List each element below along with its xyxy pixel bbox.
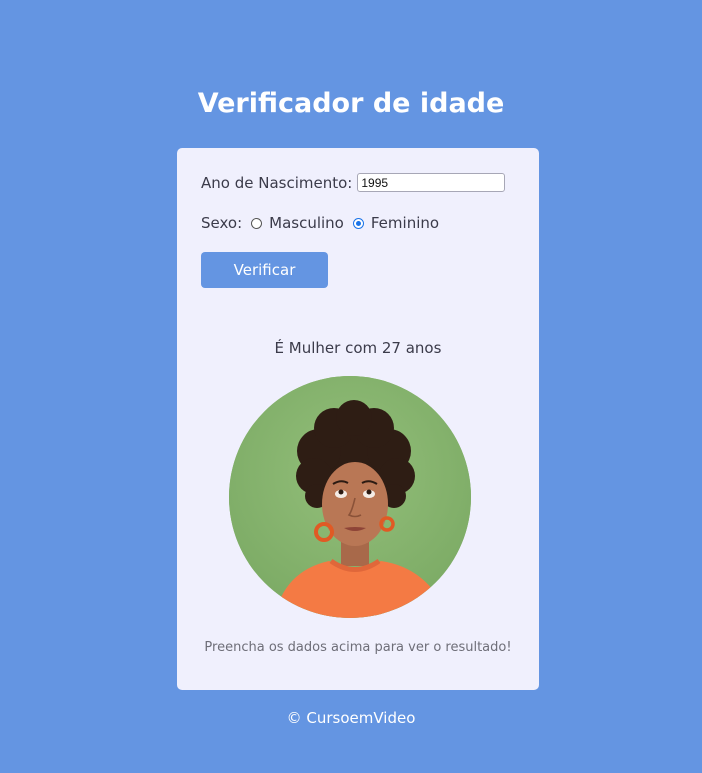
year-row: Ano de Nascimento: 1995: [201, 173, 506, 192]
sex-label: Sexo:: [201, 214, 243, 232]
woman-photo-illustration: [229, 376, 471, 618]
result-text: É Mulher com 27 anos: [274, 339, 442, 357]
year-label: Ano de Nascimento:: [201, 173, 353, 192]
year-input[interactable]: 1995: [357, 173, 506, 192]
radio-masculino[interactable]: [251, 217, 263, 229]
radio-feminino-label[interactable]: Feminino: [371, 214, 439, 232]
page-title: Verificador de idade: [197, 88, 505, 119]
radio-masculino-label[interactable]: Masculino: [269, 214, 344, 232]
sex-row: Sexo: Masculino Feminino: [201, 214, 439, 232]
radio-feminino[interactable]: [352, 217, 364, 229]
hint-text: Preencha os dados acima para ver o resul…: [204, 640, 512, 655]
verify-button[interactable]: Verificar: [201, 252, 328, 288]
footer-credit: © CursoemVideo: [286, 709, 416, 727]
woman-photo: [229, 376, 471, 618]
form-card: Ano de Nascimento: 1995 Sexo: Masculino …: [177, 148, 539, 690]
